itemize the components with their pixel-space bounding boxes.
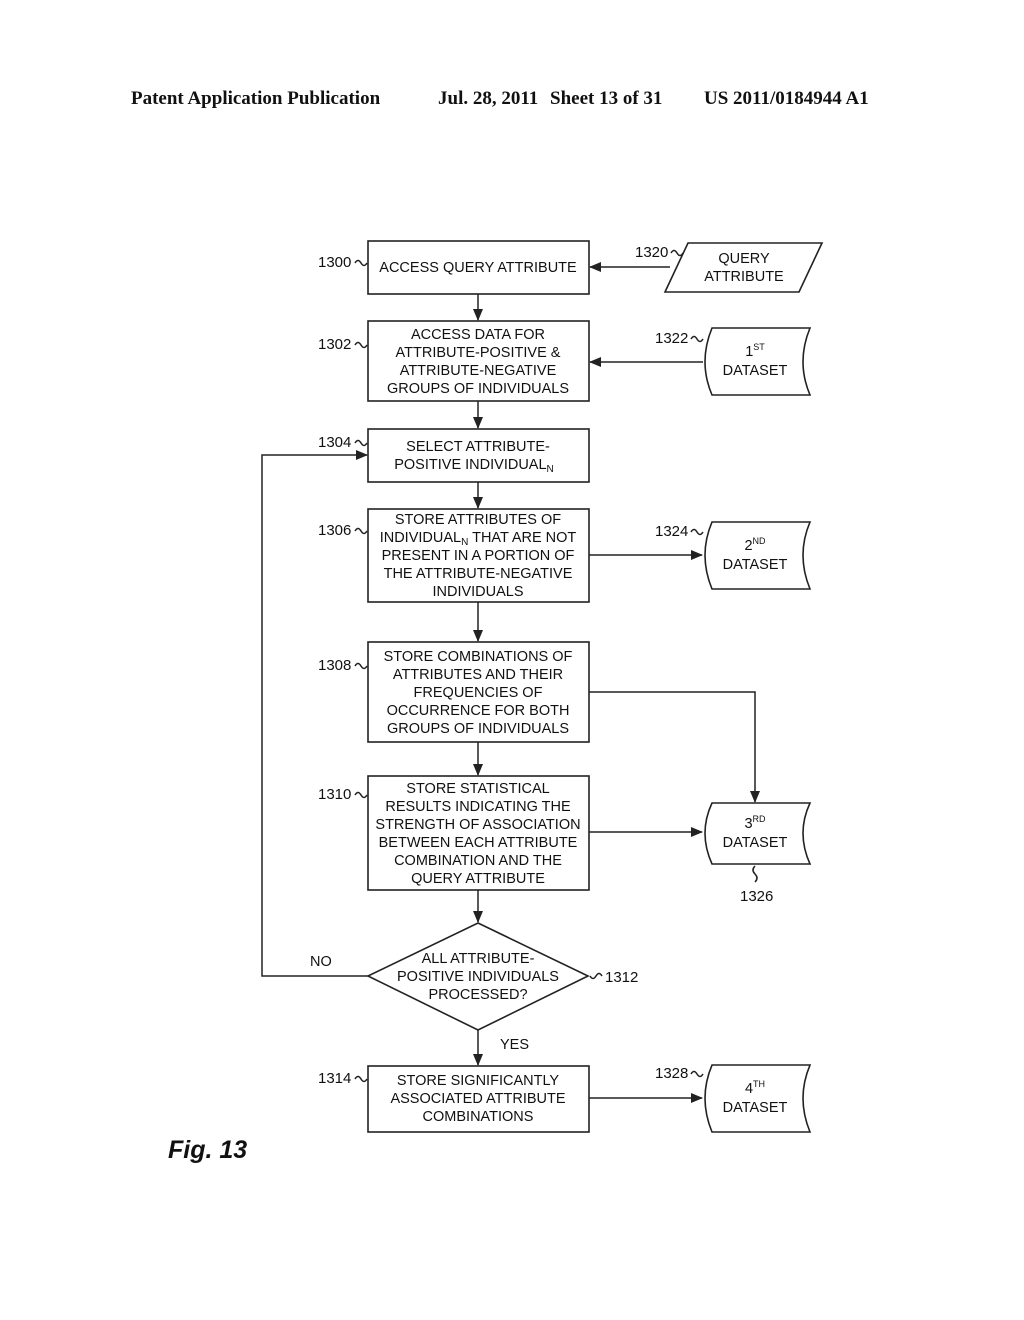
leader-squiggle: [354, 439, 368, 447]
leader-squiggle: [354, 341, 368, 349]
leader-squiggle: [354, 527, 368, 535]
decision-label: POSITIVE INDIVIDUALS: [397, 969, 559, 985]
step-label: ACCESS DATA FOR: [411, 327, 545, 343]
ref-1324: 1324: [655, 523, 688, 540]
flowchart: ACCESS QUERY ATTRIBUTE ACCESS DATA FOR A…: [261, 240, 824, 1133]
step-label: INDIVIDUALS: [432, 584, 523, 600]
dataset-label: DATASET: [723, 363, 788, 379]
step-label: QUERY ATTRIBUTE: [411, 871, 545, 887]
dataset-label: DATASET: [723, 557, 788, 573]
leader-squiggle: [354, 791, 368, 799]
leader-squiggle: [690, 528, 704, 536]
ref-1306: 1306: [318, 522, 351, 539]
step-1300: ACCESS QUERY ATTRIBUTE: [367, 240, 590, 295]
step-label: INDIVIDUALN THAT ARE NOT: [380, 530, 577, 548]
decision-label: PROCESSED?: [428, 987, 527, 1003]
step-label: THE ATTRIBUTE-NEGATIVE: [384, 566, 573, 582]
step-label: ACCESS QUERY ATTRIBUTE: [379, 260, 577, 276]
leader-squiggle: [670, 249, 684, 257]
yes-label: YES: [500, 1037, 529, 1053]
ref-1308: 1308: [318, 657, 351, 674]
decision-label: ALL ATTRIBUTE-: [422, 951, 535, 967]
ref-1304: 1304: [318, 434, 351, 451]
ref-1314: 1314: [318, 1070, 351, 1087]
step-label: STORE STATISTICAL: [406, 781, 549, 797]
leader-squiggle: [690, 335, 704, 343]
step-label: GROUPS OF INDIVIDUALS: [387, 381, 569, 397]
step-1308: STORE COMBINATIONS OF ATTRIBUTES AND THE…: [367, 641, 590, 743]
dataset-1328: 4TH DATASET: [704, 1064, 812, 1133]
step-label: BETWEEN EACH ATTRIBUTE: [379, 835, 578, 851]
input-label: QUERY: [718, 251, 770, 267]
leader-squiggle: [752, 865, 758, 883]
step-1306: STORE ATTRIBUTES OF INDIVIDUALN THAT ARE…: [367, 508, 590, 603]
ref-1312: 1312: [605, 969, 638, 986]
leader-squiggle: [354, 1075, 368, 1083]
input-label: ATTRIBUTE: [704, 269, 784, 285]
step-label: STORE COMBINATIONS OF: [384, 649, 573, 665]
leader-squiggle: [354, 259, 368, 267]
step-label: ATTRIBUTES AND THEIR: [393, 667, 563, 683]
step-label: ASSOCIATED ATTRIBUTE: [390, 1091, 565, 1107]
ref-1328: 1328: [655, 1065, 688, 1082]
step-label: GROUPS OF INDIVIDUALS: [387, 721, 569, 737]
dataset-shape: [704, 327, 812, 396]
ref-1320: 1320: [635, 244, 668, 261]
input-1320: QUERY ATTRIBUTE: [663, 242, 824, 293]
ref-1322: 1322: [655, 330, 688, 347]
dataset-1324: 2ND DATASET: [704, 521, 812, 590]
step-label: SELECT ATTRIBUTE-: [406, 439, 550, 455]
step-label: ATTRIBUTE-POSITIVE &: [396, 345, 561, 361]
leader-squiggle: [690, 1070, 704, 1078]
dataset-label: DATASET: [723, 1100, 788, 1116]
ref-1302: 1302: [318, 336, 351, 353]
step-label: RESULTS INDICATING THE: [385, 799, 571, 815]
leader-squiggle: [354, 662, 368, 670]
step-label: STRENGTH OF ASSOCIATION: [375, 817, 580, 833]
step-1310: STORE STATISTICAL RESULTS INDICATING THE…: [367, 775, 590, 891]
step-1302: ACCESS DATA FOR ATTRIBUTE-POSITIVE & ATT…: [367, 320, 590, 402]
step-1304: SELECT ATTRIBUTE- POSITIVE INDIVIDUALN: [367, 428, 590, 483]
decision-1312: ALL ATTRIBUTE- POSITIVE INDIVIDUALS PROC…: [366, 922, 590, 1031]
dataset-1326: 3RD DATASET: [704, 802, 812, 865]
loop-no-arrow: [261, 450, 369, 977]
step-label: STORE SIGNIFICANTLY: [397, 1073, 560, 1089]
dataset-shape: [704, 521, 812, 590]
dataset-1322: 1ST DATASET: [704, 327, 812, 396]
dataset-shape: [704, 802, 812, 865]
figure-label: Fig. 13: [168, 1136, 248, 1164]
step-label: COMBINATIONS: [423, 1109, 534, 1125]
arrow-1308-1326: [589, 691, 760, 803]
step-label: ATTRIBUTE-NEGATIVE: [400, 363, 557, 379]
ref-1300: 1300: [318, 254, 351, 271]
step-label: OCCURRENCE FOR BOTH: [387, 703, 570, 719]
step-label: STORE ATTRIBUTES OF: [395, 512, 561, 528]
ref-1326: 1326: [740, 888, 773, 905]
step-label: POSITIVE INDIVIDUALN: [394, 457, 554, 475]
step-label: PRESENT IN A PORTION OF: [382, 548, 575, 564]
ref-1310: 1310: [318, 786, 351, 803]
step-label: COMBINATION AND THE: [394, 853, 562, 869]
dataset-shape: [704, 1064, 812, 1133]
step-label: FREQUENCIES OF: [414, 685, 543, 701]
leader-squiggle: [589, 972, 603, 980]
step-1314: STORE SIGNIFICANTLY ASSOCIATED ATTRIBUTE…: [367, 1065, 590, 1133]
no-label: NO: [310, 954, 332, 970]
step-box: [367, 428, 590, 483]
dataset-label: DATASET: [723, 835, 788, 851]
